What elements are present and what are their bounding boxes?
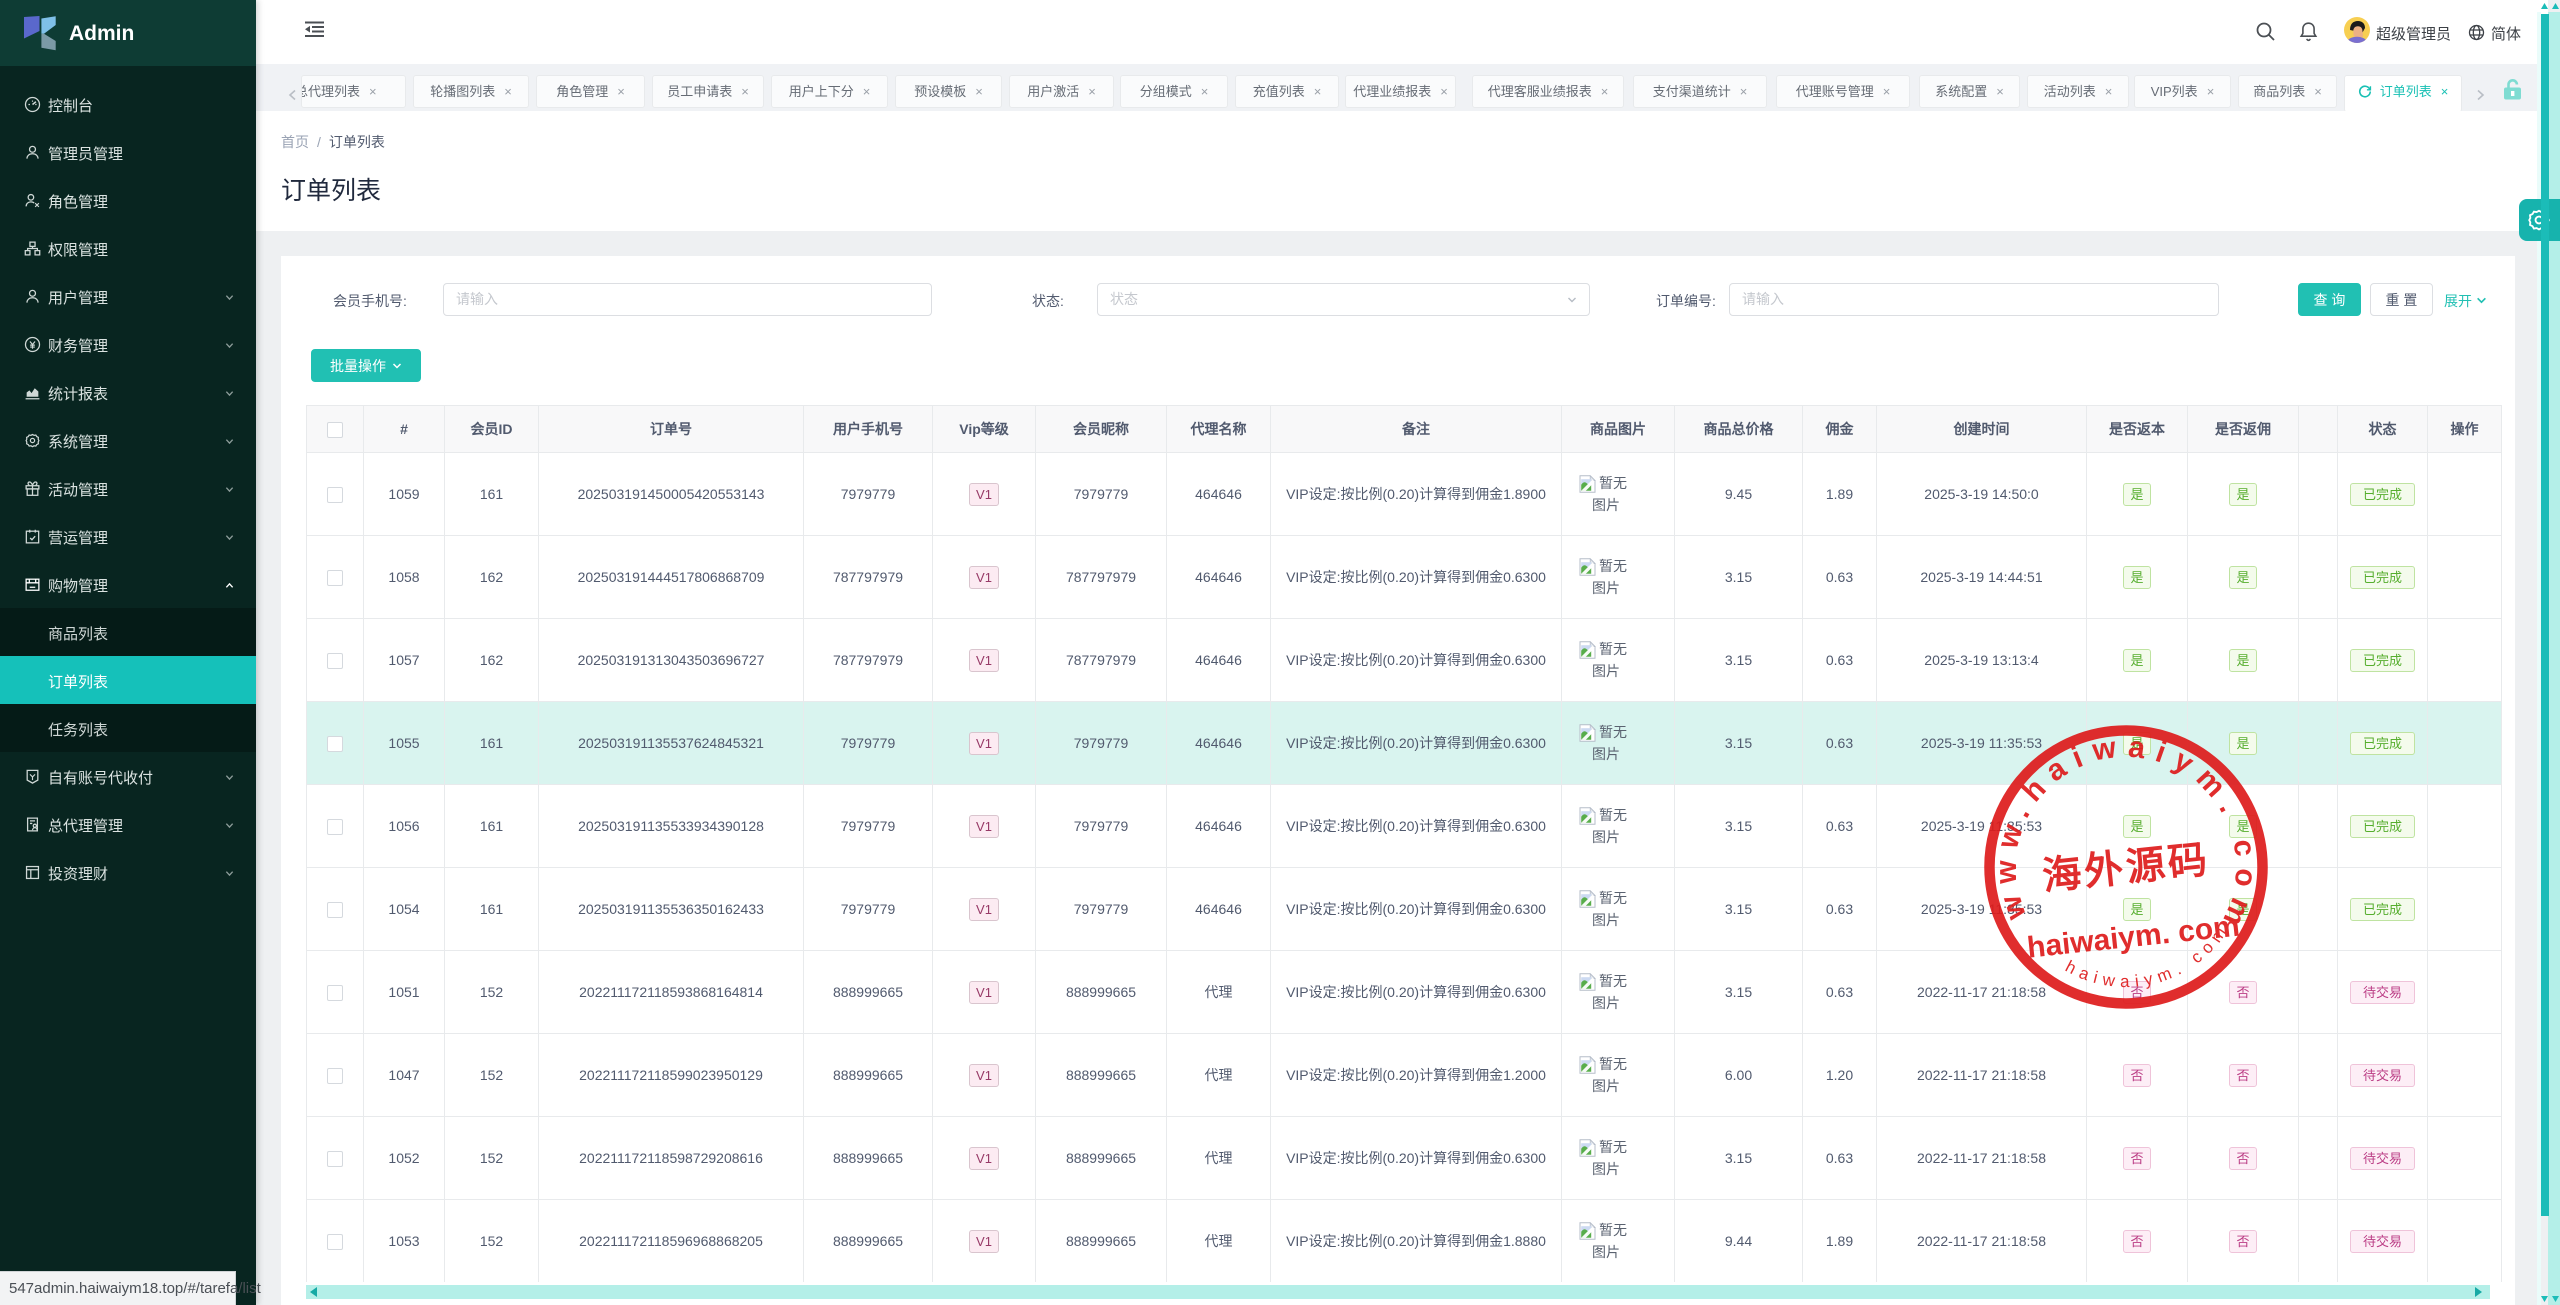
svg-text:海外源码: 海外源码	[2040, 838, 2212, 898]
